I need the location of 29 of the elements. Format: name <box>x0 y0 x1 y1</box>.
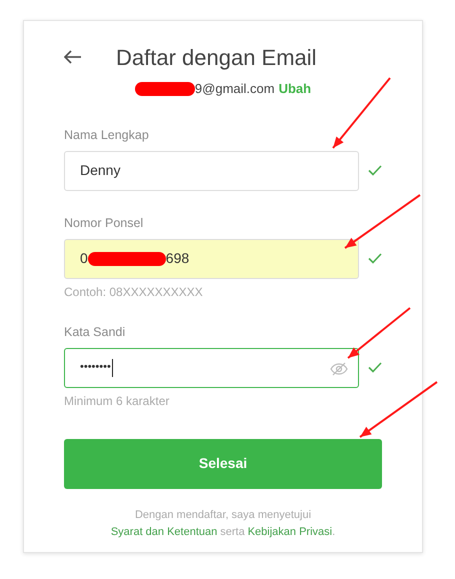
submit-button[interactable]: Selesai <box>64 438 382 488</box>
check-icon <box>368 165 382 176</box>
terms-link[interactable]: Syarat dan Ketentuan <box>110 524 218 540</box>
field-value: •••••••• <box>80 360 111 376</box>
change-link[interactable]: Ubah <box>278 79 312 98</box>
check-icon <box>368 253 382 264</box>
field-value: 0 <box>80 249 88 268</box>
annotation-arrow <box>332 77 391 149</box>
page-title: Daftar dengan Email <box>116 44 317 72</box>
terms-text: . <box>332 524 336 540</box>
field-label: Nama Lengkap <box>64 126 150 142</box>
field-label: Kata Sandi <box>64 324 126 340</box>
terms-text: serta <box>220 524 245 540</box>
hint-text: Minimum 6 karakter <box>64 392 170 408</box>
input-field[interactable]: Denny <box>64 150 359 190</box>
input-field[interactable]: •••••••• <box>64 348 359 388</box>
email-text: 9@gmail.com <box>194 80 275 98</box>
check-icon <box>368 362 382 373</box>
input-field[interactable]: 0 698 <box>64 238 359 278</box>
text-cursor <box>112 358 113 376</box>
redaction-mark <box>134 82 195 96</box>
terms-text: Dengan mendaftar, saya menyetujui <box>134 508 312 522</box>
privacy-link[interactable]: Kebijakan Privasi <box>248 524 332 540</box>
annotation-arrow <box>347 307 411 359</box>
back-arrow-icon[interactable] <box>64 50 82 64</box>
field-label: Nomor Ponsel <box>64 214 144 230</box>
field-value: 698 <box>166 249 190 268</box>
field-value: Denny <box>80 161 120 180</box>
hint-text: Contoh: 08XXXXXXXXXX <box>64 284 204 300</box>
